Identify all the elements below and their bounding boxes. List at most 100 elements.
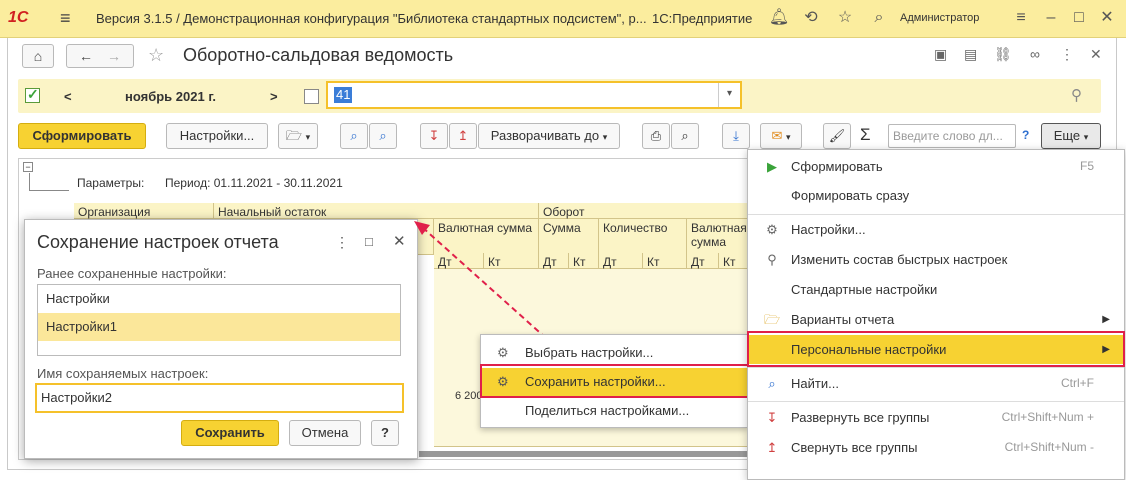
bell-icon[interactable]: 🔔︎ [768, 7, 790, 29]
params-value: Период: 01.11.2021 - 30.11.2021 [165, 176, 343, 190]
maximize-icon[interactable]: □ [1068, 7, 1090, 29]
star-icon[interactable]: ☆ [834, 7, 856, 29]
collapse-icon: ↥ [766, 440, 778, 455]
menu-item-label: Поделиться настройками... [525, 403, 690, 418]
col-header-currency-sum-2: Валютная сумма [687, 219, 749, 255]
pin-icon[interactable]: ⚲ [1071, 86, 1082, 104]
settings-name-input[interactable]: Настройки2 [35, 383, 404, 413]
download-icon: ⤓ [733, 128, 739, 143]
menu-item-report-variants[interactable]: 🗁︎ Варианты отчета ▶ [748, 305, 1124, 334]
period-prev-button[interactable]: < [64, 89, 72, 104]
menu-item-shortcut: Ctrl+F [1061, 376, 1094, 390]
col-header-quantity: Количество [599, 219, 687, 255]
col-kt: Кт [719, 253, 749, 269]
account-value: 41 [334, 87, 353, 103]
main-menu-icon[interactable]: ≡ [60, 8, 71, 29]
search-icon[interactable]: ⌕ [868, 7, 890, 29]
expand-groups-button[interactable]: ↧ [420, 123, 448, 149]
saved-settings-list[interactable]: Настройки Настройки1 [37, 284, 401, 356]
link-icon[interactable]: ⛓ [994, 46, 1012, 63]
expand-to-button[interactable]: Разворачивать до ▾ [478, 123, 620, 149]
menu-item-label: Формировать сразу [791, 188, 910, 203]
menu-item-label: Варианты отчета [791, 312, 895, 327]
print-preview-icon[interactable]: ▤ [964, 46, 977, 63]
select-settings-icon: ⚙ [497, 345, 509, 360]
help-button[interactable]: ? [371, 420, 399, 446]
group-outline [29, 173, 69, 191]
save-button[interactable]: Сохранить [181, 420, 279, 446]
more-dots-icon[interactable]: ⋮ [1060, 46, 1074, 63]
collapse-toggle-icon[interactable]: − [23, 162, 33, 172]
options-icon[interactable]: ≡ [1010, 7, 1032, 29]
separator [748, 367, 1124, 368]
saved-settings-label: Ранее сохраненные настройки: [37, 266, 227, 281]
appearance-button[interactable]: 🖌︎ [823, 123, 851, 149]
close-icon[interactable]: ✕ [1096, 7, 1118, 29]
back-button[interactable]: ← [79, 48, 107, 64]
user-name[interactable]: Администратор [900, 12, 979, 24]
chevron-down-icon[interactable]: ▾ [718, 83, 740, 107]
menu-item-generate-immediately[interactable]: Формировать сразу [748, 181, 1124, 210]
period-checkbox[interactable]: ✓ [25, 86, 40, 103]
account-checkbox[interactable] [304, 89, 319, 104]
report-variants-button[interactable]: 🗁︎ ▾ [278, 123, 318, 149]
menu-item-share-settings[interactable]: Поделиться настройками... [481, 397, 747, 425]
menu-item-standard-settings[interactable]: Стандартные настройки [748, 275, 1124, 304]
link-copy-icon[interactable]: ∞ [1030, 46, 1040, 62]
collapse-groups-button[interactable]: ↥ [449, 123, 477, 149]
menu-item-label: Стандартные настройки [791, 282, 938, 297]
highlight-frame [747, 331, 1125, 367]
sum-icon[interactable]: Σ [860, 125, 871, 145]
menu-item-find[interactable]: ⌕ Найти... Ctrl+F [748, 369, 1124, 398]
close-form-icon[interactable]: ✕ [1090, 46, 1102, 63]
more-menu: ▶ Сформировать F5 Формировать сразу ⚙ На… [747, 149, 1125, 480]
col-kt: Кт [643, 253, 687, 269]
cancel-button[interactable]: Отмена [289, 420, 361, 446]
menu-item-quick-settings[interactable]: ⚲ Изменить состав быстрых настроек [748, 245, 1124, 274]
dialog-maximize-icon[interactable]: □ [365, 234, 373, 249]
list-item-selected[interactable]: Настройки1 [38, 313, 400, 341]
expand-icon: ↧ [766, 410, 778, 425]
home-button[interactable]: ⌂ [22, 44, 54, 68]
dialog-title: Сохранение настроек отчета [37, 232, 279, 252]
find-next-button[interactable]: ⌕ [369, 123, 397, 149]
menu-item-settings[interactable]: ⚙ Настройки... [748, 215, 1124, 244]
preview-button[interactable]: ⌕ [671, 123, 699, 149]
dialog-more-icon[interactable]: ⋮ [335, 234, 349, 251]
forward-button[interactable]: → [107, 48, 121, 64]
menu-item-generate[interactable]: ▶ Сформировать F5 [748, 152, 1124, 181]
find-button[interactable]: ⌕ [340, 123, 368, 149]
menu-item-collapse-all[interactable]: ↥ Свернуть все группы Ctrl+Shift+Num - [748, 433, 1124, 462]
highlight-frame [480, 364, 750, 398]
help-link[interactable]: ? [1022, 128, 1029, 142]
period-next-button[interactable]: > [270, 89, 278, 104]
col-dt: Дт [687, 253, 719, 269]
account-field[interactable]: 41 ▾ [326, 81, 742, 109]
save-settings-dialog: Сохранение настроек отчета ⋮ □ ✕ Ранее с… [24, 219, 418, 459]
save-icon[interactable]: ▣ [934, 46, 947, 63]
settings-button[interactable]: Настройки... [166, 123, 268, 149]
menu-item-expand-all[interactable]: ↧ Развернуть все группы Ctrl+Shift+Num + [748, 403, 1124, 432]
preview-icon: ⌕ [681, 128, 689, 143]
settings-name-label: Имя сохраняемых настроек: [37, 366, 209, 381]
search-input[interactable]: Введите слово дл... [888, 124, 1016, 148]
list-item[interactable]: Настройки [38, 285, 400, 313]
separator [748, 401, 1124, 402]
title-bar: 1С ≡ Версия 3.1.5 / Демонстрационная кон… [0, 0, 1126, 38]
brush-icon: 🖌︎ [828, 128, 846, 143]
favorite-star-icon[interactable]: ☆ [148, 45, 164, 66]
print-button[interactable]: ⎙ [642, 123, 670, 149]
collapse-icon: ↥ [457, 128, 469, 143]
send-mail-button[interactable]: ✉ ▾ [760, 123, 802, 149]
params-label: Параметры: [77, 176, 145, 190]
magnifier-icon: ⌕ [350, 128, 358, 143]
history-icon[interactable]: ⟲ [800, 7, 822, 29]
save-file-button[interactable]: ⤓ [722, 123, 750, 149]
period-label[interactable]: ноябрь 2021 г. [125, 89, 216, 104]
menu-item-select-settings[interactable]: ⚙ Выбрать настройки... [481, 339, 747, 367]
pin-icon: ⚲ [767, 252, 777, 267]
horizontal-scrollbar[interactable] [419, 451, 749, 457]
minimize-icon[interactable]: – [1040, 7, 1062, 29]
more-button[interactable]: Еще ▾ [1041, 123, 1101, 149]
generate-button[interactable]: Сформировать [18, 123, 146, 149]
